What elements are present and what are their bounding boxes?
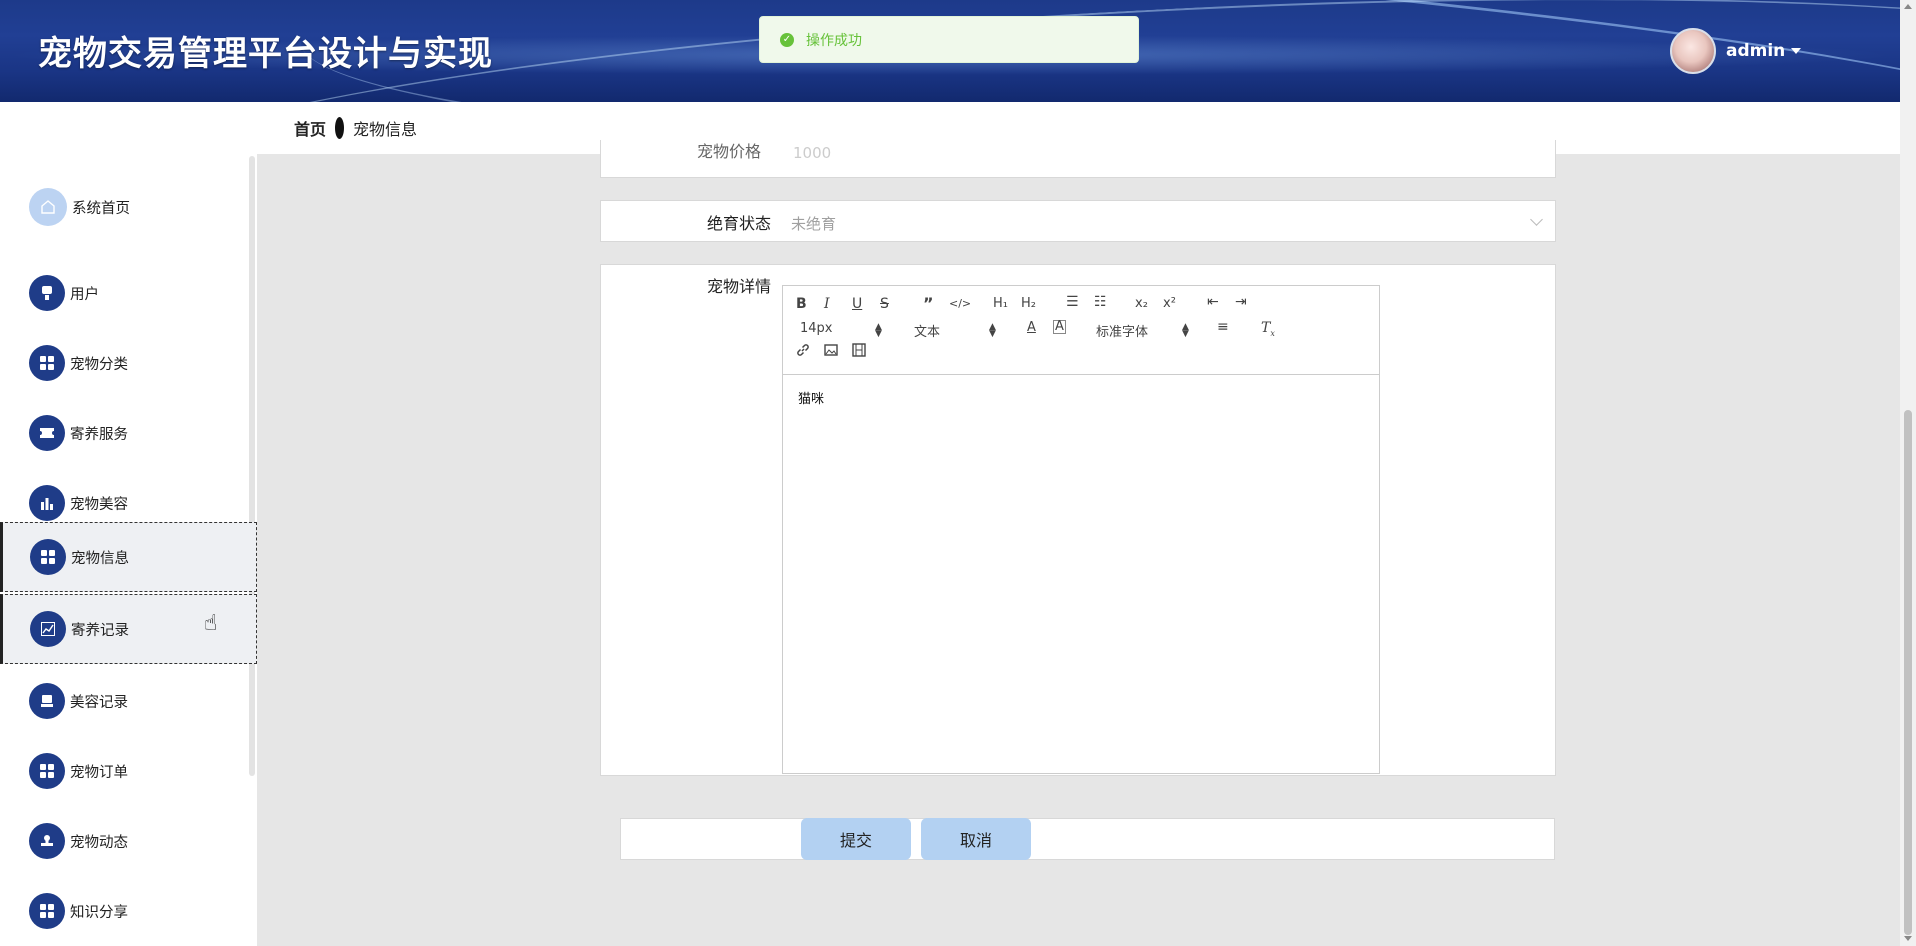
- sidebar-item-label: 宠物分类: [70, 356, 128, 373]
- subscript-icon[interactable]: x₂: [1135, 296, 1148, 311]
- sidebar: 系统首页 用户 宠物分类 寄养服务 宠物美容 宠物信息 寄养记录 美容记录 宠物…: [0, 154, 257, 946]
- sidebar-item-label: 宠物动态: [70, 834, 128, 851]
- price-label: 宠物价格: [696, 142, 761, 161]
- price-field-row: 宠物价格 1000: [600, 140, 1556, 178]
- align-icon[interactable]: ≡: [1217, 319, 1229, 335]
- select-arrows-icon: ▲ ▼: [989, 322, 996, 339]
- app-title: 宠物交易管理平台设计与实现: [38, 34, 493, 74]
- sidebar-item-label: 美容记录: [70, 694, 128, 711]
- sidebar-item-pet-category[interactable]: 宠物分类: [0, 328, 257, 398]
- price-input[interactable]: 1000: [793, 144, 831, 162]
- font-size-select[interactable]: 14px: [800, 321, 833, 336]
- sidebar-item-users[interactable]: 用户: [0, 258, 257, 328]
- bar-chart-icon: [29, 485, 65, 521]
- bullet-list-icon[interactable]: ☷: [1094, 294, 1107, 310]
- success-toast: ✓ 操作成功: [759, 16, 1139, 63]
- strikethrough-icon[interactable]: S: [880, 296, 889, 312]
- underline-icon[interactable]: U: [852, 296, 862, 312]
- sidebar-item-grooming-records[interactable]: 美容记录: [0, 666, 257, 736]
- select-arrows-icon: ▲ ▼: [1182, 322, 1189, 339]
- form-actions: [620, 818, 1555, 860]
- avatar[interactable]: [1670, 28, 1716, 74]
- sidebar-item-boarding-service[interactable]: 寄养服务: [0, 398, 257, 468]
- ordered-list-icon[interactable]: ☰: [1066, 294, 1079, 310]
- indent-icon[interactable]: ⇥: [1235, 294, 1247, 310]
- sterilization-field-row: 绝育状态 未绝育: [600, 200, 1556, 242]
- stamp-icon: [29, 823, 65, 859]
- link-icon[interactable]: [796, 343, 810, 361]
- breadcrumb-current: 宠物信息: [353, 120, 418, 139]
- sidebar-item-pet-news[interactable]: 宠物动态: [0, 806, 257, 876]
- sidebar-item-pet-info[interactable]: 宠物信息: [0, 522, 257, 592]
- check-circle-icon: ✓: [780, 32, 794, 47]
- editor-toolbar: B I U S ” </> H₁ H₂ ☰ ☷ x₂ x² ⇤ ⇥ 14px ▲…: [783, 286, 1379, 375]
- sidebar-item-label: 知识分享: [70, 904, 128, 921]
- image-icon[interactable]: [824, 343, 838, 361]
- grid-icon: [30, 539, 66, 575]
- hand-cursor-icon: ☝: [204, 611, 218, 636]
- sidebar-item-label: 用户: [70, 286, 99, 303]
- font-color-icon[interactable]: A: [1027, 320, 1036, 335]
- sidebar-item-knowledge-share[interactable]: 知识分享: [0, 876, 257, 946]
- user-menu[interactable]: admin: [1670, 28, 1802, 74]
- sterilization-select[interactable]: 未绝育: [791, 213, 836, 234]
- scroll-up-icon[interactable]: [1904, 4, 1912, 9]
- sidebar-item-label: 宠物美容: [70, 496, 128, 513]
- toast-message: 操作成功: [806, 32, 862, 49]
- superscript-icon[interactable]: x²: [1163, 296, 1176, 311]
- chevron-down-icon[interactable]: [1530, 213, 1543, 226]
- breadcrumb-home[interactable]: 首页: [294, 116, 326, 140]
- paragraph-select[interactable]: 文本: [914, 321, 940, 340]
- code-icon[interactable]: </>: [949, 297, 971, 310]
- trend-icon: [30, 611, 66, 647]
- grid-icon: [29, 753, 65, 789]
- user-icon: [29, 275, 65, 311]
- sterilization-label: 绝育状态: [706, 214, 771, 233]
- background-color-icon[interactable]: A: [1053, 320, 1066, 334]
- page-scrollbar-thumb[interactable]: [1904, 410, 1912, 935]
- ticket-icon: [29, 415, 65, 451]
- detail-label: 宠物详情: [706, 277, 771, 296]
- sidebar-item-label: 宠物信息: [71, 550, 129, 567]
- heading1-icon[interactable]: H₁: [993, 296, 1008, 311]
- bold-icon[interactable]: B: [796, 296, 807, 312]
- home-icon: [29, 188, 67, 226]
- sidebar-item-home[interactable]: 系统首页: [0, 172, 257, 242]
- scroll-down-icon[interactable]: [1904, 936, 1912, 941]
- sidebar-item-pet-orders[interactable]: 宠物订单: [0, 736, 257, 806]
- select-arrows-icon: ▲ ▼: [875, 322, 882, 339]
- clear-format-icon[interactable]: Tx: [1261, 320, 1275, 338]
- sidebar-item-label: 寄养记录: [71, 622, 129, 639]
- caret-down-icon[interactable]: [1791, 48, 1802, 54]
- submit-button[interactable]: 提交: [801, 818, 911, 860]
- printer-icon: [29, 683, 65, 719]
- username[interactable]: admin: [1726, 41, 1785, 61]
- sidebar-item-label: 寄养服务: [70, 426, 128, 443]
- breadcrumb: 首页 宠物信息: [294, 116, 417, 140]
- sidebar-item-label: 系统首页: [72, 200, 130, 217]
- video-icon[interactable]: [852, 343, 866, 361]
- font-family-select[interactable]: 标准字体: [1096, 321, 1148, 340]
- sidebar-item-boarding-records[interactable]: 寄养记录: [0, 594, 257, 664]
- breadcrumb-separator: [335, 117, 345, 139]
- rich-text-editor[interactable]: B I U S ” </> H₁ H₂ ☰ ☷ x₂ x² ⇤ ⇥ 14px ▲…: [782, 285, 1380, 774]
- blockquote-icon[interactable]: ”: [923, 294, 934, 313]
- outdent-icon[interactable]: ⇤: [1207, 294, 1219, 310]
- sidebar-item-label: 宠物订单: [70, 764, 128, 781]
- heading2-icon[interactable]: H₂: [1021, 296, 1036, 311]
- cancel-button[interactable]: 取消: [921, 818, 1031, 860]
- editor-content[interactable]: 猫咪: [798, 388, 824, 407]
- grid-icon: [29, 345, 65, 381]
- grid-icon: [29, 893, 65, 929]
- italic-icon[interactable]: I: [824, 296, 830, 312]
